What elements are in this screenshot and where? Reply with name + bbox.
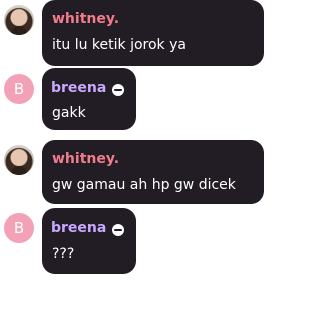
message-text: gakk: [52, 105, 86, 121]
mod-badge-icon: [112, 224, 124, 236]
avatar[interactable]: B: [4, 74, 34, 104]
message-bubble: whitney. itu lu ketik jorok ya: [42, 0, 264, 66]
author-name[interactable]: breena: [51, 80, 106, 96]
message-bubble: whitney. gw gamau ah hp gw dicek: [42, 140, 264, 204]
message-bubble: breena gakk: [42, 68, 136, 130]
message-text: ???: [52, 246, 75, 262]
message-text: itu lu ketik jorok ya: [52, 37, 186, 53]
author-name[interactable]: breena: [51, 220, 106, 236]
avatar[interactable]: [4, 5, 34, 35]
message-bubble: breena ???: [42, 208, 136, 274]
avatar[interactable]: [4, 145, 34, 175]
author-name[interactable]: whitney.: [52, 151, 119, 167]
author-name[interactable]: whitney.: [52, 11, 119, 27]
avatar[interactable]: B: [4, 213, 34, 243]
message-text: gw gamau ah hp gw dicek: [52, 177, 236, 193]
mod-badge-icon: [112, 84, 124, 96]
